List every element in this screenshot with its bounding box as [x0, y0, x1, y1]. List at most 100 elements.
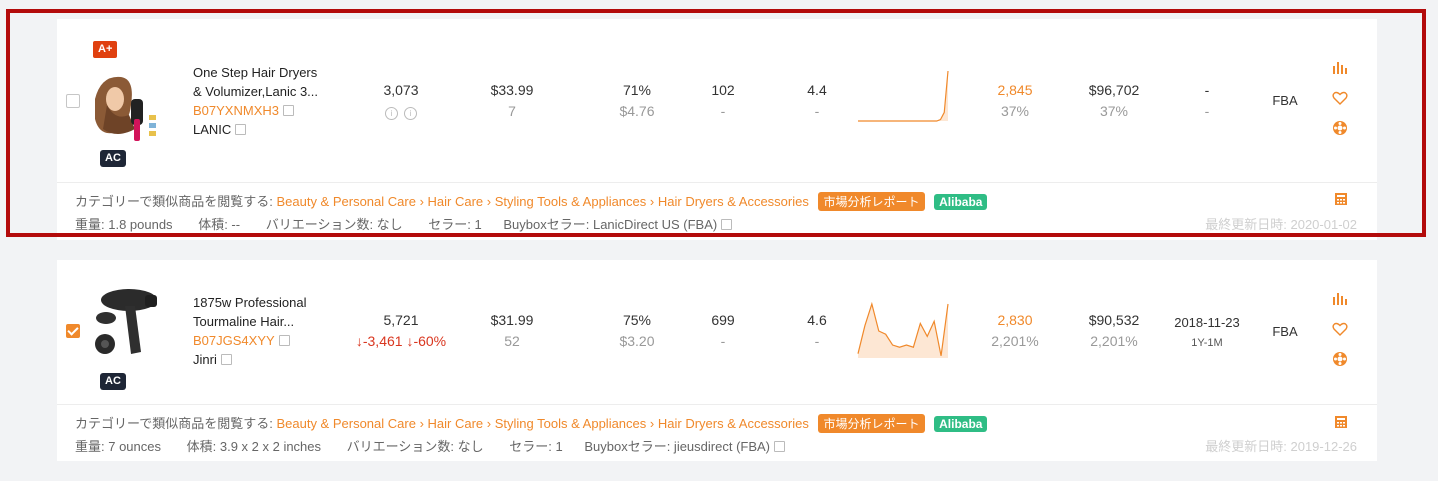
heart-icon[interactable]: [1332, 321, 1348, 337]
external-link-icon[interactable]: [220, 354, 232, 365]
sales-cell: 2,845 37%: [980, 80, 1050, 122]
rating-cell: 4.4 -: [792, 80, 842, 122]
sales-value[interactable]: 2,845: [980, 80, 1050, 101]
product-card-1: A+ AC One Step Hair Dryers & Volumizer,L…: [57, 19, 1377, 240]
sales-pct: 37%: [1000, 103, 1030, 119]
external-link-icon[interactable]: [278, 335, 290, 346]
reviews-sub: -: [720, 103, 726, 119]
sales-value[interactable]: 2,830: [980, 310, 1050, 331]
bar-chart-icon[interactable]: [1332, 291, 1348, 307]
rank-change: ↓-3,461 ↓-60%: [355, 333, 447, 349]
market-report-tag[interactable]: 市場分析レポート: [818, 414, 925, 433]
rank-cell: 3,073 ii: [371, 80, 431, 122]
price-cell: $31.99 52: [477, 310, 547, 352]
external-link-icon[interactable]: [721, 219, 733, 230]
heart-icon[interactable]: [1332, 90, 1348, 106]
margin-cell: 75% $3.20: [602, 310, 672, 352]
rating-sub: -: [814, 103, 820, 119]
fulfillment-cell: FBA: [1272, 93, 1298, 108]
margin-sub: $3.20: [619, 333, 655, 349]
revenue-pct: 37%: [1099, 103, 1129, 119]
external-link-icon[interactable]: [774, 441, 786, 452]
asin-link[interactable]: B07YXNMXH3: [193, 103, 279, 118]
volume: 体積: --: [198, 217, 241, 232]
track-icon[interactable]: [1332, 120, 1348, 136]
info-icon[interactable]: i: [385, 107, 398, 120]
last-updated: 最終更新日時: 2019-12-26: [1205, 439, 1357, 454]
info-icon[interactable]: i: [404, 107, 417, 120]
spec-line: 重量: 7 ounces 体積: 3.9 x 2 x 2 inches バリエー…: [75, 436, 786, 455]
rating-value: 4.6: [807, 312, 827, 328]
track-icon[interactable]: [1332, 351, 1348, 367]
margin-value: 75%: [622, 312, 652, 328]
select-checkbox[interactable]: [66, 94, 80, 108]
date-sub: -: [1204, 103, 1210, 119]
title-line-2[interactable]: Tourmaline Hair...: [193, 312, 338, 331]
sparkline-line: [858, 70, 949, 122]
external-link-icon[interactable]: [235, 124, 247, 135]
reviews-cell: 699 -: [698, 310, 748, 352]
breadcrumb-item[interactable]: Beauty & Personal Care: [276, 194, 415, 209]
breadcrumb-item[interactable]: Styling Tools & Appliances: [495, 194, 647, 209]
reviews-cell: 102 -: [698, 80, 748, 122]
bar-chart-icon[interactable]: [1332, 60, 1348, 76]
breadcrumb-item[interactable]: Beauty & Personal Care: [276, 416, 415, 431]
reviews-value: 699: [711, 312, 735, 328]
variations: バリエーション数: なし: [346, 439, 484, 454]
alibaba-tag[interactable]: Alibaba: [934, 416, 988, 432]
price-sub: 7: [508, 103, 516, 119]
breadcrumb-item[interactable]: Hair Care: [428, 416, 484, 431]
sales-trend-sparkline[interactable]: [857, 302, 949, 360]
volume: 体積: 3.9 x 2 x 2 inches: [186, 439, 322, 454]
rank-value: 3,073: [383, 82, 419, 98]
product-card-2: AC 1875w Professional Tourmaline Hair...…: [57, 260, 1377, 461]
sellers: セラー: 1: [509, 439, 563, 454]
asin-link[interactable]: B07JGS4XYY: [193, 333, 275, 348]
product-title[interactable]: One Step Hair Dryers & Volumizer,Lanic 3…: [193, 63, 338, 139]
alibaba-tag[interactable]: Alibaba: [934, 194, 988, 210]
sellers: セラー: 1: [428, 217, 482, 232]
title-line-2[interactable]: & Volumizer,Lanic 3...: [193, 82, 338, 101]
reviews-value: 102: [711, 82, 735, 98]
product-image[interactable]: [91, 286, 161, 362]
breadcrumb-item[interactable]: Styling Tools & Appliances: [495, 416, 647, 431]
product-title[interactable]: 1875w Professional Tourmaline Hair... B0…: [193, 293, 338, 369]
rank-value: 5,721: [383, 312, 419, 328]
category-line: カテゴリーで類似商品を閲覧する: Beauty & Personal Care …: [75, 191, 988, 211]
sales-trend-sparkline[interactable]: [857, 69, 949, 123]
sparkline-area: [858, 71, 948, 121]
brand-link[interactable]: Jinri: [193, 352, 217, 367]
action-icons: [1332, 60, 1350, 150]
buybox-seller: Buyboxセラー: LanicDirect US (FBA): [503, 217, 718, 232]
breadcrumb-item[interactable]: Hair Dryers & Accessories: [658, 416, 809, 431]
fulfillment-cell: FBA: [1272, 324, 1298, 339]
breadcrumb-item[interactable]: Hair Care: [428, 194, 484, 209]
rank-cell: 5,721 ↓-3,461 ↓-60%: [341, 310, 461, 352]
brand-link[interactable]: LANIC: [193, 122, 231, 137]
reviews-sub: -: [720, 333, 726, 349]
last-updated: 最終更新日時: 2020-01-02: [1205, 217, 1357, 232]
ac-badge: AC: [100, 373, 126, 390]
price-value: $33.99: [490, 82, 534, 98]
category-prefix: カテゴリーで類似商品を閲覧する:: [75, 194, 273, 209]
title-line-1[interactable]: 1875w Professional: [193, 293, 338, 312]
rating-sub: -: [814, 333, 820, 349]
revenue-cell: $90,532 2,201%: [1074, 310, 1154, 352]
spec-line: 重量: 1.8 pounds 体積: -- バリエーション数: なし セラー: …: [75, 214, 733, 233]
select-checkbox[interactable]: [66, 324, 80, 338]
date-cell: 2018-11-23 1Y-1M: [1162, 313, 1252, 353]
calculator-icon[interactable]: [1334, 192, 1348, 206]
margin-cell: 71% $4.76: [602, 80, 672, 122]
title-line-1[interactable]: One Step Hair Dryers: [193, 63, 338, 82]
market-report-tag[interactable]: 市場分析レポート: [818, 192, 925, 211]
product-image[interactable]: [91, 69, 161, 145]
sales-pct: 2,201%: [991, 333, 1039, 349]
breadcrumb-item[interactable]: Hair Dryers & Accessories: [658, 194, 809, 209]
price-value: $31.99: [490, 312, 534, 328]
calculator-icon[interactable]: [1334, 415, 1348, 429]
divider: [57, 404, 1377, 405]
sales-cell: 2,830 2,201%: [980, 310, 1050, 352]
external-link-icon[interactable]: [282, 105, 294, 116]
revenue-value: $90,532: [1088, 312, 1140, 328]
price-sub: 52: [504, 333, 520, 349]
